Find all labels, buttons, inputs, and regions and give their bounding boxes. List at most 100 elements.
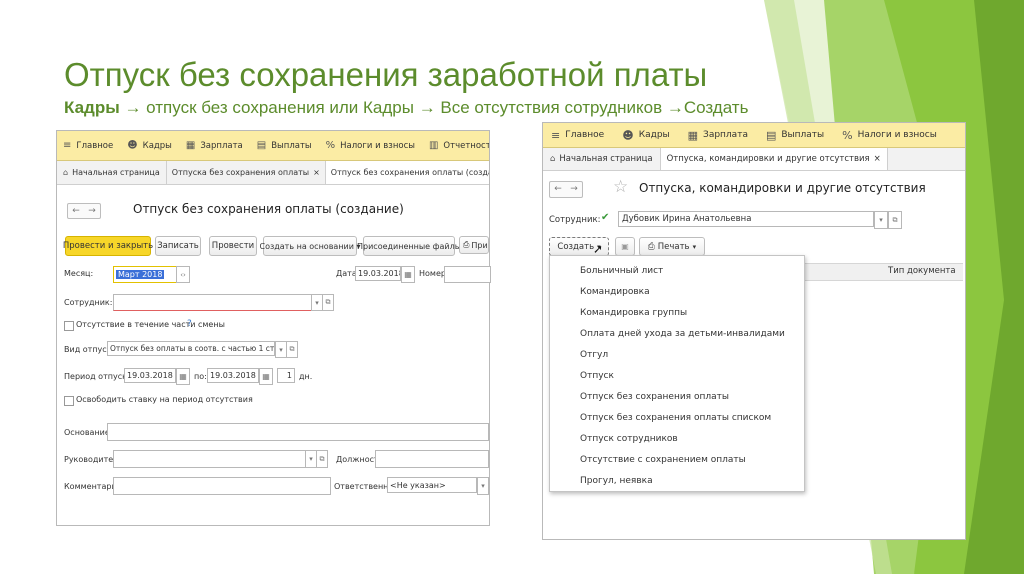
calendar-icon[interactable]: ▦: [401, 266, 415, 283]
left-menu-taxes[interactable]: % Налоги и взносы: [326, 140, 415, 151]
position-field[interactable]: [375, 450, 489, 468]
hamburger-icon: ≡: [63, 140, 72, 151]
menu-item-vacation[interactable]: Отпуск: [580, 371, 614, 381]
menu-item-group-business-trip[interactable]: Командировка группы: [580, 308, 687, 318]
menu-item-paid-absence[interactable]: Отсутствие с сохранением оплаты: [580, 455, 746, 465]
basis-label: Основание:: [64, 428, 113, 437]
right-nav-arrows[interactable]: ← →: [549, 181, 583, 198]
menu-item-time-off[interactable]: Отгул: [580, 350, 608, 360]
hamburger-icon: ≡: [551, 128, 561, 142]
right-screenshot: ≡ Главное ☻ Кадры ▦ Зарплата ▤ Выплаты % Нало…: [542, 122, 966, 540]
subtitle-rest: → отпуск без сохранения или Кадры → Все …: [119, 98, 749, 117]
right-menu-hr[interactable]: ☻ Кадры: [622, 129, 669, 142]
leave-type-field[interactable]: Отпуск без оплаты в соотв. с частью 1 ст…: [107, 341, 275, 356]
period-from-field[interactable]: 19.03.2018: [124, 368, 176, 383]
menu-item-employee-vacation[interactable]: Отпуск сотрудников: [580, 434, 678, 444]
comment-field[interactable]: [113, 477, 331, 495]
manager-field[interactable]: [113, 450, 307, 468]
attached-files-button[interactable]: Присоединенные файлы: [357, 236, 461, 256]
menu-item-unpaid-leave-list[interactable]: Отпуск без сохранения оплаты списком: [580, 413, 771, 423]
copy-button[interactable]: ▣: [615, 237, 635, 256]
save-button[interactable]: Записать: [155, 236, 201, 256]
left-menu-hr[interactable]: ☻ Кадры: [127, 140, 172, 151]
left-menu-salary[interactable]: ▦ Зарплата: [186, 140, 243, 151]
right-tab-absences[interactable]: Отпуска, командировки и другие отсутстви…: [660, 148, 888, 170]
favorite-star-icon[interactable]: ☆: [613, 177, 628, 197]
calendar-icon[interactable]: ▦: [176, 368, 190, 385]
back-arrow-icon[interactable]: ←: [68, 204, 84, 218]
number-field[interactable]: [444, 266, 491, 283]
menu-item-sick-leave[interactable]: Больничный лист: [580, 266, 663, 276]
employee-filter-checkbox[interactable]: ✔: [601, 212, 609, 223]
slide-title: Отпуск без сохранения заработной платы: [64, 56, 708, 93]
left-menu-reports[interactable]: ▥Отчетность, справки: [429, 140, 489, 151]
chevron-down-icon: ▾: [692, 242, 697, 251]
employee-open-icon[interactable]: ⧉: [322, 294, 334, 311]
manager-open-icon[interactable]: ⧉: [316, 450, 328, 468]
left-menu-main[interactable]: ≡ Главное: [63, 140, 113, 151]
period-to-field[interactable]: 19.03.2018: [207, 368, 259, 383]
create-based-on-button[interactable]: Создать на основании ▾: [260, 236, 361, 256]
calculator-icon: ▦: [185, 140, 196, 151]
employee-field[interactable]: [113, 294, 313, 311]
employee-filter-dropdown[interactable]: ▾: [874, 211, 888, 229]
forward-arrow-icon[interactable]: →: [84, 204, 100, 218]
home-icon: ⌂: [63, 168, 69, 177]
right-menu-main[interactable]: ≡ Главное: [551, 129, 604, 142]
menu-item-truancy[interactable]: Прогул, неявка: [580, 476, 653, 486]
calendar-icon[interactable]: ▦: [259, 368, 273, 385]
forward-arrow-icon[interactable]: →: [566, 182, 582, 197]
release-rate-label: Освободить ставку на период отсутствия: [76, 395, 253, 404]
right-menu-taxes[interactable]: % Налоги и взносы: [842, 129, 937, 142]
employee-filter-open-icon[interactable]: ⧉: [888, 211, 902, 229]
slide-subtitle: Кадры → отпуск без сохранения или Кадры …: [64, 97, 748, 119]
printer-icon: ⎙: [647, 241, 655, 252]
post-button[interactable]: Провести: [209, 236, 257, 256]
release-rate-checkbox[interactable]: [64, 396, 74, 406]
register-icon: ▤: [765, 128, 777, 142]
left-tab-home[interactable]: ⌂ Начальная страница: [57, 161, 167, 184]
menu-item-child-care-days[interactable]: Оплата дней ухода за детьми-инвалидами: [580, 329, 785, 339]
responsible-dropdown[interactable]: ▾: [477, 477, 489, 495]
column-header-doc-type[interactable]: Тип документа: [888, 266, 956, 276]
right-section-panel: ≡ Главное ☻ Кадры ▦ Зарплата ▤ Выплаты % Нало…: [543, 123, 965, 148]
responsible-field[interactable]: <Не указан>: [387, 477, 477, 493]
days-field[interactable]: 1: [277, 368, 295, 383]
right-menu-salary[interactable]: ▦ Зарплата: [688, 129, 748, 142]
print-button[interactable]: ⎙ При: [459, 236, 489, 254]
partial-shift-checkbox[interactable]: [64, 321, 74, 331]
mouse-pointer-icon: ➚: [593, 242, 604, 256]
basis-field[interactable]: [107, 423, 489, 441]
left-form-title: Отпуск без сохранения оплаты (создание): [133, 202, 404, 216]
create-dropdown-menu: Больничный лист Командировка Командировк…: [549, 255, 805, 492]
register-icon: ▤: [256, 140, 267, 151]
left-tab-leaves-list[interactable]: Отпуска без сохранения оплаты ×: [167, 161, 326, 184]
print-button[interactable]: ⎙ Печать ▾: [639, 237, 705, 256]
days-unit-label: дн.: [299, 372, 313, 381]
menu-item-unpaid-leave[interactable]: Отпуск без сохранения оплаты: [580, 392, 729, 402]
post-and-close-button[interactable]: Провести и закрыть: [63, 236, 153, 256]
date-field[interactable]: 19.03.2018: [355, 266, 401, 281]
month-field[interactable]: Март 2018: [113, 266, 177, 283]
percent-icon: %: [842, 128, 853, 142]
right-menu-payments[interactable]: ▤ Выплаты: [766, 129, 824, 142]
people-icon: ☻: [127, 140, 138, 151]
percent-icon: %: [325, 140, 336, 151]
close-icon[interactable]: ×: [313, 168, 320, 177]
right-form-title: Отпуска, командировки и другие отсутстви…: [639, 181, 926, 195]
employee-filter-field[interactable]: Дубовик Ирина Анатольевна: [618, 211, 874, 227]
slide-title-block: Отпуск без сохранения заработной платы К…: [64, 56, 748, 119]
month-stepper[interactable]: ‹›: [176, 266, 190, 283]
back-arrow-icon[interactable]: ←: [550, 182, 566, 197]
left-tab-leave-create[interactable]: Отпуск без сохранения оплаты (создание)×: [325, 161, 489, 184]
period-to-label: по:: [194, 372, 207, 381]
partial-shift-label: Отсутствие в течение части смены: [76, 320, 225, 329]
left-menu-payments[interactable]: ▤ Выплаты: [257, 140, 312, 151]
right-tab-home[interactable]: ⌂ Начальная страница: [543, 148, 661, 170]
help-icon[interactable]: ?: [187, 319, 192, 329]
left-nav-arrows[interactable]: ← →: [67, 203, 101, 219]
menu-item-business-trip[interactable]: Командировка: [580, 287, 650, 297]
month-value: Март 2018: [116, 270, 165, 279]
close-icon[interactable]: ×: [874, 154, 881, 164]
leave-type-open-icon[interactable]: ⧉: [286, 341, 298, 358]
